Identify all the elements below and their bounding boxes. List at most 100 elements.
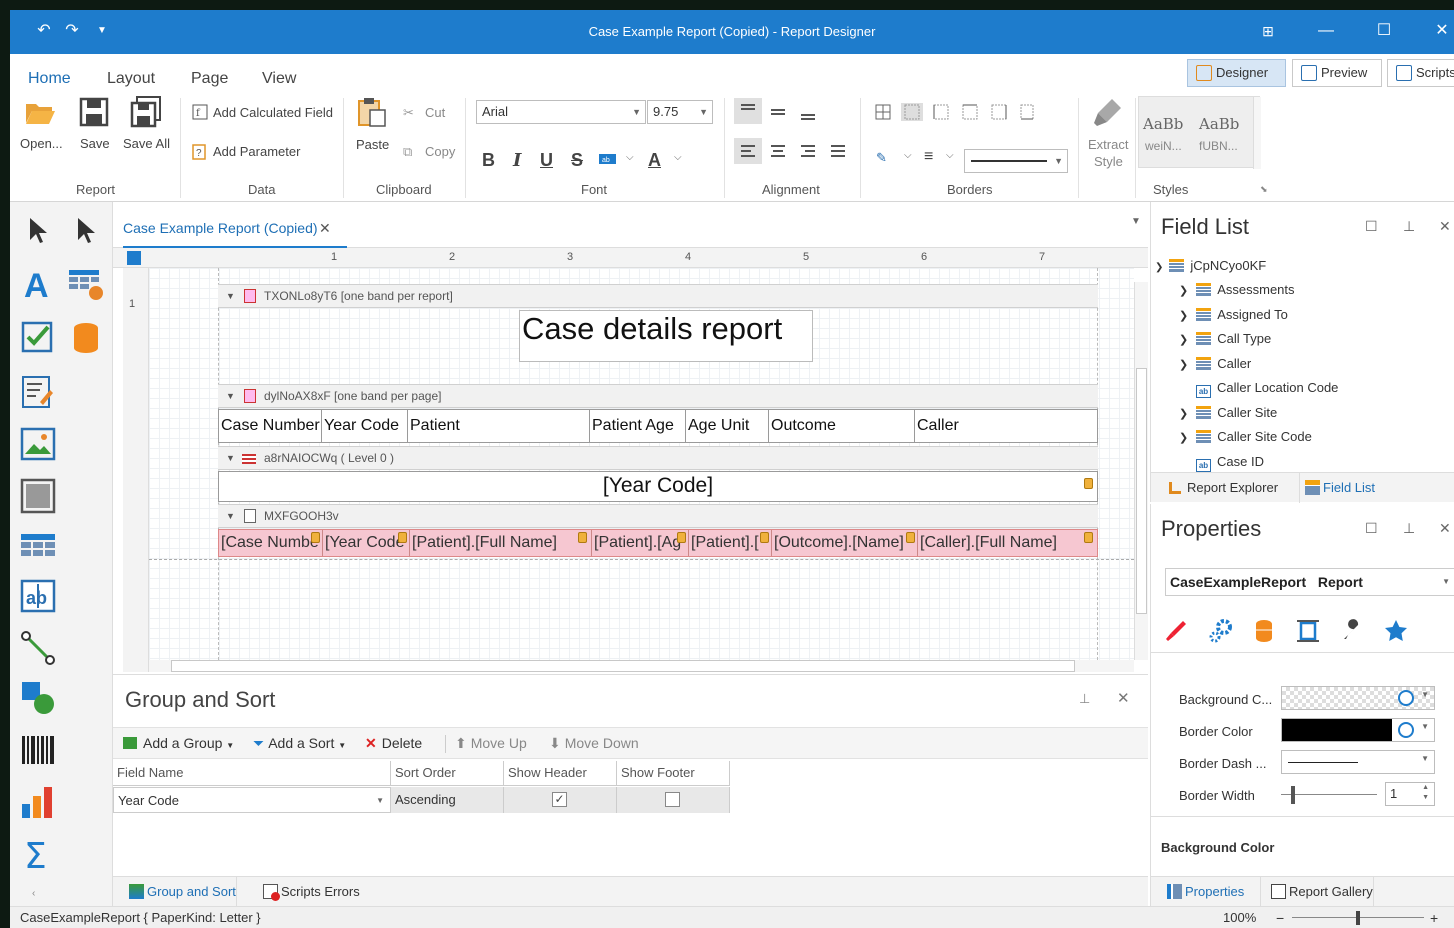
tab-home[interactable]: Home [28,70,71,92]
font-family-select[interactable]: Arial ▼ [476,100,646,124]
chevron-right-icon[interactable]: ❯ [1179,408,1188,420]
tree-root[interactable]: ❯ jCpNCyo0KF [1155,254,1266,278]
header-cell[interactable]: Caller [914,409,1098,443]
close-panel-icon[interactable]: ✕ [1439,520,1451,537]
report-canvas[interactable]: ▼ TXONLo8yT6 [one band per report] Case … [149,268,1134,660]
border-width-slider-thumb[interactable] [1291,786,1295,804]
border-color-field[interactable]: ▼ [1281,718,1435,742]
chevron-down-icon[interactable]: ▼ [1421,690,1429,699]
pin-icon[interactable]: ⊥ [1403,218,1415,235]
tab-case-example-report[interactable]: Case Example Report (Copied) ✕ [123,202,347,248]
tree-item-caller-site-code[interactable]: ❯ Caller Site Code [1179,425,1312,449]
scripts-view-button[interactable]: Scripts [1387,59,1454,87]
database-tool-icon[interactable] [68,320,104,356]
color-picker-icon[interactable] [1398,722,1414,738]
tools-category-icon[interactable] [1339,618,1365,644]
border-buttons-icon[interactable] [874,103,1034,121]
add-sort-button[interactable]: ⏷ Add a Sort ▼ [253,735,346,752]
add-calculated-field-button[interactable]: Add Calculated Field [213,105,333,120]
tab-report-explorer[interactable]: Report Explorer [1165,473,1300,503]
chevron-right-icon[interactable]: ❯ [1179,359,1188,371]
report-header-band[interactable]: ▼ TXONLo8yT6 [one band per report] [218,284,1098,308]
show-footer-cell[interactable] [617,787,730,813]
styles-scrollbar[interactable] [1253,97,1261,169]
collapse-band-icon[interactable]: ▼ [226,505,235,527]
strikethrough-button[interactable]: S [571,150,583,171]
styles-gallery[interactable]: AaBb weiN... AaBb fUBN... [1138,96,1261,169]
object-selector[interactable]: CaseExampleReport Report ▼ [1165,568,1454,596]
tab-list-dropdown-icon[interactable]: ▼ [1131,216,1141,227]
scrollbar-thumb[interactable] [1136,368,1147,614]
collapse-band-icon[interactable]: ▼ [226,447,235,469]
vertical-scrollbar[interactable] [1134,282,1148,660]
ribbon-display-icon[interactable]: ⊞ [1256,20,1280,42]
detail-band[interactable]: ▼ MXFGOOH3v [218,504,1098,528]
align-bottom-button[interactable] [794,98,822,124]
shape-tool-icon[interactable] [20,680,56,716]
rich-text-tool-icon[interactable] [20,374,56,410]
detail-cell[interactable]: [Case Numbe [219,530,323,556]
cross-tab-tool-icon[interactable] [20,528,56,564]
barcode-tool-icon[interactable] [20,732,56,768]
detail-cell[interactable]: [Year Code [323,530,410,556]
tab-properties[interactable]: Properties [1163,877,1261,907]
bold-button[interactable]: B [482,150,495,171]
delete-button[interactable]: ✕ Delete [365,735,422,752]
panel-tool-icon[interactable] [20,478,56,514]
open-folder-icon[interactable] [24,96,56,128]
maximize-panel-icon[interactable]: ☐ [1365,218,1378,235]
header-cell[interactable]: Year Code [321,409,408,443]
chevron-right-icon[interactable]: ❯ [1179,310,1188,322]
paste-icon[interactable] [356,96,388,128]
tab-report-gallery[interactable]: Report Gallery [1267,877,1374,907]
line-tool-icon[interactable] [20,630,56,666]
align-middle-button[interactable] [764,98,792,124]
close-icon[interactable]: ✕ [1430,20,1454,42]
extract-style-label-1[interactable]: Extract [1088,137,1128,152]
tree-item-assigned-to[interactable]: ❯ Assigned To [1179,303,1288,327]
paste-button[interactable]: Paste [356,137,389,152]
align-center-button[interactable] [764,138,792,164]
chevron-right-icon[interactable]: ❯ [1179,432,1188,444]
align-top-button[interactable] [734,98,762,124]
detail-cell[interactable]: [Patient].[Full Name] [410,530,592,556]
tab-scripts-errors[interactable]: Scripts Errors [259,877,360,907]
align-right-button[interactable] [794,138,822,164]
detail-cell[interactable]: [Outcome].[Name] [772,530,918,556]
tree-item-case-id[interactable]: ab Case ID [1196,450,1264,472]
style-sample-1[interactable]: AaBb [1143,115,1183,133]
close-panel-icon[interactable]: ✕ [1439,218,1451,235]
cut-button[interactable]: Cut [425,105,445,120]
tab-page[interactable]: Page [191,70,228,88]
group-header-band[interactable]: ▼ a8rNAIOCWq ( Level 0 ) [218,446,1098,470]
header-cell[interactable]: Case Number [218,409,322,443]
italic-button[interactable]: I [513,150,521,171]
chevron-down-icon[interactable]: ▼ [1421,754,1429,763]
sort-order-cell[interactable]: Ascending [391,787,504,813]
field-name-select[interactable]: Year Code ▼ [113,787,391,813]
pointer-icon[interactable] [20,212,56,248]
save-icon[interactable] [78,96,110,128]
chart-tool-icon[interactable] [20,784,56,820]
tree-item-call-type[interactable]: ❯ Call Type [1179,327,1271,351]
table-tool-icon[interactable] [68,266,104,302]
border-color-icon[interactable]: ✎ [876,150,887,166]
toolbox-scroll-icon[interactable]: ‹ [32,888,35,899]
move-down-button[interactable]: ⬇ Move Down [549,735,639,752]
behavior-category-icon[interactable] [1207,618,1233,644]
highlight-dropdown-icon[interactable]: ⌵ [626,152,634,163]
highlight-color-icon[interactable]: ab [598,152,618,168]
close-tab-icon[interactable]: ✕ [319,220,331,237]
tab-group-and-sort[interactable]: Group and Sort [125,877,237,907]
extract-style-icon[interactable] [1092,96,1124,128]
close-panel-icon[interactable]: ✕ [1117,689,1130,707]
detail-row[interactable]: [Case Numbe [Year Code [Patient].[Full N… [218,529,1098,557]
border-width-slider-track[interactable] [1281,794,1377,795]
align-left-button[interactable] [734,138,762,164]
label-tool-icon[interactable]: A [20,266,56,302]
save-button[interactable]: Save [80,136,110,151]
extract-style-label-2[interactable]: Style [1094,154,1123,169]
detail-cell[interactable]: [Patient].[ [689,530,772,556]
pin-icon[interactable]: ⊥ [1403,520,1415,537]
layout-category-icon[interactable] [1295,618,1321,644]
